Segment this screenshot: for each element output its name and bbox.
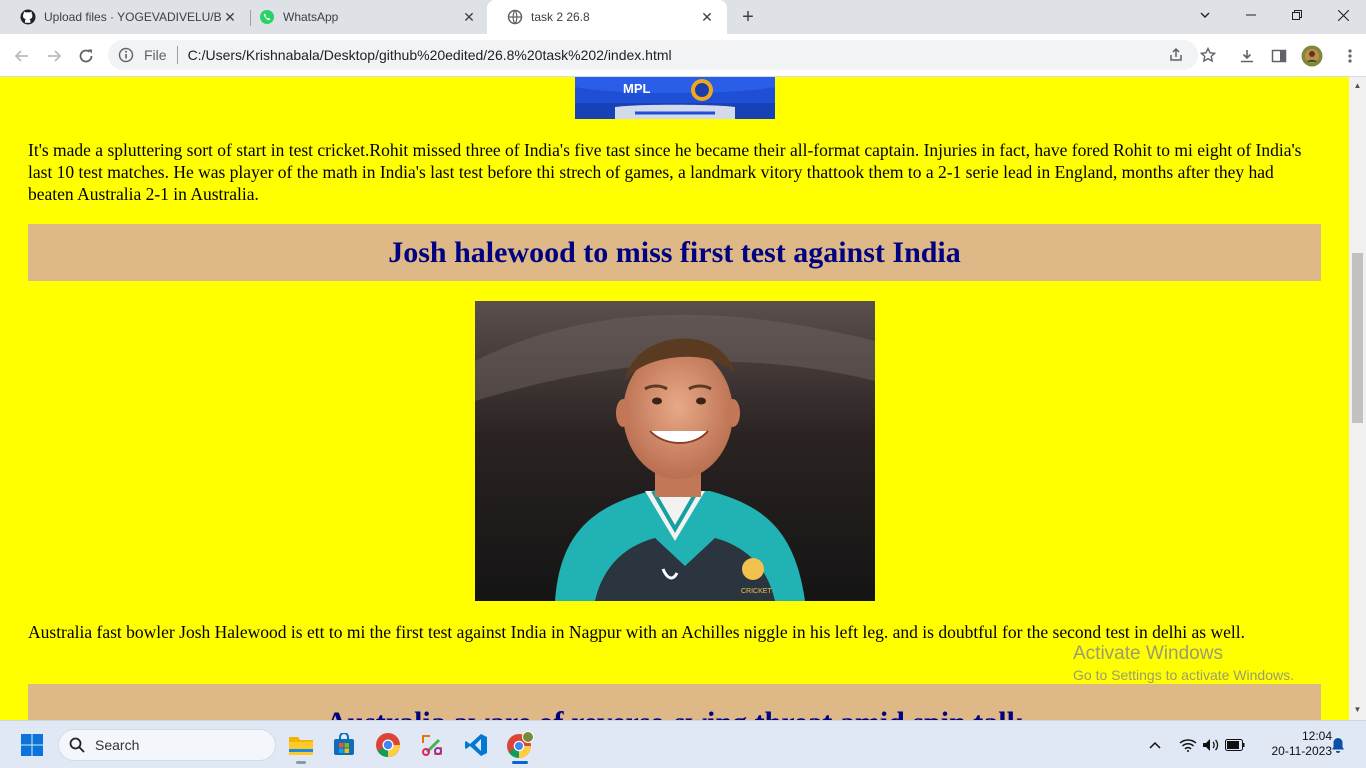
battery-icon[interactable] — [1224, 735, 1246, 755]
folder-icon — [289, 737, 313, 755]
scroll-thumb[interactable] — [1352, 253, 1363, 423]
minimize-button[interactable] — [1228, 0, 1274, 30]
paragraph-hazlewood: Australia fast bowler Josh Halewood is e… — [28, 622, 1245, 642]
jersey-sponsor-text: MPL — [623, 81, 651, 96]
chrome-app[interactable] — [374, 731, 402, 759]
tab-search-button[interactable] — [1182, 0, 1228, 30]
hazlewood-photo: CRICKET — [475, 301, 875, 601]
store-icon — [334, 733, 354, 755]
taskbar-clock[interactable]: 12:04 20-11-2023 — [1252, 729, 1333, 759]
page-viewport: MPL It's made a spluttering sort of star… — [0, 77, 1349, 720]
tab-close-icon[interactable]: ✕ — [222, 9, 238, 25]
clock-date: 20-11-2023 — [1271, 744, 1333, 758]
snipping-tool-app[interactable] — [418, 731, 446, 759]
scroll-down-icon[interactable]: ▼ — [1353, 705, 1362, 714]
snipping-tool-icon — [422, 735, 442, 756]
volume-icon[interactable] — [1201, 735, 1221, 755]
scroll-up-icon[interactable]: ▲ — [1353, 81, 1362, 90]
tab-whatsapp[interactable]: WhatsApp ✕ — [239, 0, 489, 34]
search-icon — [69, 737, 85, 753]
address-bar[interactable]: File C:/Users/Krishnabala/Desktop/github… — [108, 40, 1216, 70]
tray-overflow-icon[interactable] — [1146, 735, 1164, 755]
watermark-line1: Activate Windows — [1073, 643, 1223, 664]
activate-windows-watermark: Activate Windows Go to Settings to activ… — [1073, 643, 1294, 683]
paragraph-rohit: It's made a spluttering sort of start in… — [28, 140, 1302, 204]
arrow-right-icon — [48, 50, 62, 62]
divider — [176, 46, 178, 64]
download-button[interactable] — [1233, 42, 1261, 70]
close-window-button[interactable] — [1320, 0, 1366, 30]
minimize-icon — [1246, 14, 1256, 16]
download-icon — [1241, 50, 1253, 63]
jersey-badge-text: CRICKET — [741, 588, 772, 595]
tab-close-icon[interactable]: ✕ — [699, 9, 715, 25]
app-running-indicator — [296, 761, 306, 764]
profile-button[interactable] — [1298, 42, 1326, 70]
kebab-menu-icon — [1348, 49, 1352, 63]
search-placeholder: Search — [95, 737, 140, 753]
restore-icon — [1292, 10, 1302, 20]
tab-task2[interactable]: task 2 26.8 ✕ — [487, 0, 727, 34]
heading-reverse-swing-box: Australia aware of reverse-swing threat … — [28, 684, 1321, 720]
notification-bell-icon[interactable] — [1330, 735, 1346, 755]
forward-button[interactable] — [40, 42, 68, 70]
heading-hazlewood: Josh halewood to miss first test against… — [388, 235, 961, 269]
side-panel-icon — [1271, 49, 1287, 63]
heading-reverse-swing: Australia aware of reverse-swing threat … — [326, 706, 1023, 721]
bookmark-star-icon[interactable] — [1198, 45, 1218, 65]
app-active-indicator — [512, 761, 528, 764]
new-tab-button[interactable]: + — [736, 5, 760, 29]
back-button[interactable] — [8, 42, 36, 70]
chrome-icon — [376, 733, 400, 758]
tab-title: task 2 26.8 — [531, 10, 590, 24]
globe-icon — [507, 9, 523, 25]
share-icon[interactable] — [1166, 45, 1186, 65]
windows-start-icon[interactable] — [20, 733, 44, 757]
tab-strip: Upload files · YOGEVADIVELU/Ba ✕ WhatsAp… — [0, 0, 1366, 34]
side-panel-button[interactable] — [1265, 42, 1293, 70]
microsoft-store-app[interactable] — [330, 731, 358, 759]
tab-github[interactable]: Upload files · YOGEVADIVELU/Ba ✕ — [0, 0, 250, 34]
taskbar-search[interactable]: Search — [58, 729, 276, 761]
info-icon[interactable] — [118, 47, 134, 63]
restore-button[interactable] — [1274, 0, 1320, 30]
whatsapp-icon — [260, 10, 274, 24]
scheme-label: File — [144, 47, 167, 63]
reload-icon — [79, 49, 93, 63]
reload-button[interactable] — [72, 42, 100, 70]
menu-button[interactable] — [1336, 42, 1364, 70]
chrome-profile-icon — [507, 731, 534, 758]
page-scrollbar[interactable]: ▲ ▼ — [1349, 77, 1366, 720]
chevron-down-icon — [1200, 12, 1210, 18]
tab-close-icon[interactable]: ✕ — [461, 9, 477, 25]
taskbar: Search 12:04 20-11-2023 — [0, 720, 1366, 768]
tab-title: Upload files · YOGEVADIVELU/Ba — [44, 10, 222, 24]
tab-title: WhatsApp — [283, 10, 339, 24]
chrome-profile-app[interactable] — [506, 731, 534, 759]
file-explorer-app[interactable] — [287, 731, 315, 759]
browser-toolbar: File C:/Users/Krishnabala/Desktop/github… — [0, 34, 1366, 77]
close-icon — [1337, 9, 1349, 21]
clock-time: 12:04 — [1301, 729, 1332, 743]
avatar — [1301, 45, 1323, 67]
url-text[interactable]: C:/Users/Krishnabala/Desktop/github%20ed… — [188, 47, 672, 63]
vscode-icon — [465, 734, 487, 756]
arrow-left-icon — [14, 50, 28, 62]
heading-hazlewood-box: Josh halewood to miss first test against… — [28, 224, 1321, 281]
wifi-icon[interactable] — [1178, 735, 1198, 755]
rohit-photo: MPL — [575, 77, 775, 119]
watermark-line2: Go to Settings to activate Windows. — [1073, 667, 1294, 683]
github-icon — [20, 9, 36, 25]
vscode-app[interactable] — [462, 731, 490, 759]
